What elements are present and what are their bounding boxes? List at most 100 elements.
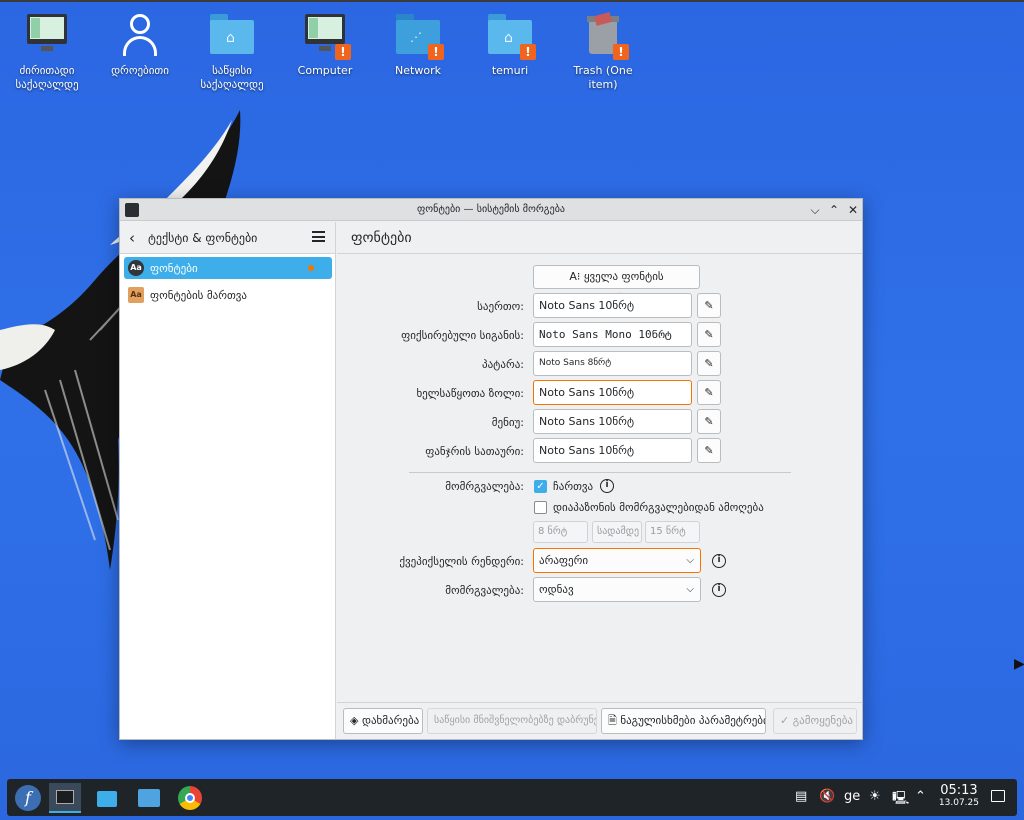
desktop-background: ძირითადი საქაღალდე დროებითი ⌂ საწყისი სა… [0,0,1024,820]
subpixel-label: ქვეპიქსელის რენდერი: [399,555,524,568]
keyboard-layout[interactable]: ge [844,789,860,804]
check-icon: ✓ [780,714,793,727]
file-manager-icon[interactable] [133,783,165,813]
sidebar-item-fonts[interactable]: Aa ფონტები [124,257,332,279]
font-field-window-title[interactable]: Noto Sans 10ნრტ [533,438,692,463]
main-panel: ფონტები A⁝ ყველა ფონტის გასწორება... საე… [337,222,862,739]
apply-button[interactable]: ✓ გამოყენება [773,708,857,734]
font-label-window-title: ფანჯრის სათაური: [425,445,524,458]
antialias-checkbox[interactable]: ✓ [534,480,547,493]
warning-icon: ! [335,44,351,60]
monitor-icon [23,10,71,58]
desktop-icon-temp[interactable]: დროებითი [97,10,183,78]
hinting-select[interactable]: ოდნავ ⌵ [533,577,701,602]
sidebar-header: ‹ ტექსტი & ფონტები [120,222,335,254]
clipboard-icon[interactable]: ▤ [795,789,807,804]
window-title: ფონტები — სისტემის მორგება [417,204,565,215]
brightness-icon[interactable]: ☀ [869,789,881,804]
show-desktop-icon[interactable] [991,790,1005,802]
trash-icon: ! [579,10,629,60]
settings-window: ფონტები — სისტემის მორგება ⌵ ⌃ ✕ ‹ ტექსტ… [119,198,863,740]
top-edge [0,0,1024,2]
fonts-icon: Aa [128,260,144,276]
sidebar-item-label: ფონტების მართვა [150,289,248,302]
defaults-button[interactable]: 🗎 ნაგულისხმები პარამეტრები [601,708,766,734]
font-field-toolbar[interactable]: Noto Sans 10ნრტ [533,380,692,405]
sidebar: ‹ ტექსტი & ფონტები Aa ფონტები Aa ფონტები… [120,222,336,739]
user-icon [116,10,164,58]
font-label-toolbar: ხელსაწყოთა ზოლი: [416,387,524,400]
font-management-icon: Aa [128,287,144,303]
back-arrow-icon[interactable]: ‹ [129,229,135,247]
desktop-icon-temuri[interactable]: ⌂ ! temuri [467,10,553,78]
footer: ◈ დახმარება საწყისი მნიშვნელობებზე დაბრუ… [337,702,862,739]
fedora-launcher-icon[interactable]: f [12,783,44,813]
sidebar-item-label: ფონტები [150,262,198,275]
range-to-spinbox[interactable]: 15 ნრტ [645,521,700,543]
exclude-range-label: დიაპაზონის მომრგვალებიდან ამოღება [553,501,764,514]
hinting-value: ოდნავ [539,583,574,596]
warning-icon: ! [428,44,444,60]
taskbar: f ▤ 🔇 ge ☀ 🖳 ⌃ 05:13 13.07.25 [7,779,1017,816]
font-label-fixed: ფიქსირებული სიგანის: [401,329,524,342]
edit-pen-icon[interactable]: ✎ [697,351,721,376]
subpixel-select[interactable]: არაფერი ⌵ [533,548,701,573]
network-folder-icon: ⋰ ! [394,10,444,60]
help-button[interactable]: ◈ დახმარება [343,708,423,734]
adjust-all-fonts-button[interactable]: A⁝ ყველა ფონტის გასწორება... [533,265,700,305]
home-folder-icon: ⌂ [208,10,256,58]
document-icon: 🗎 [608,714,621,727]
hamburger-menu-icon[interactable] [312,231,325,242]
clock[interactable]: 05:13 13.07.25 [939,783,979,808]
chevron-down-icon: ⌵ [686,584,694,595]
info-icon[interactable]: i [712,583,726,597]
store-icon[interactable] [91,783,123,813]
desktop-icon-network[interactable]: ⋰ ! Network [375,10,461,78]
desktop-icon-trash[interactable]: ! Trash (One item) [560,10,646,92]
edit-pen-icon[interactable]: ✎ [697,293,721,318]
edit-pen-icon[interactable]: ✎ [697,409,721,434]
font-label-menu: მენიუ: [491,416,524,429]
chrome-dev-icon[interactable] [174,783,206,813]
clock-time: 05:13 [940,783,978,798]
antialias-checkbox-label: ჩართვა [553,480,594,493]
exclude-range-checkbox[interactable] [534,501,547,514]
edit-pen-icon[interactable]: ✎ [697,380,721,405]
desktop-icon-main-folder[interactable]: ძირითადი საქაღალდე [4,10,90,92]
page-title: ფონტები [351,230,412,246]
font-field-small[interactable]: Noto Sans 8ნრტ [533,351,692,376]
font-field-menu[interactable]: Noto Sans 10ნრტ [533,409,692,434]
maximize-button[interactable]: ⌃ [826,202,842,218]
sidebar-item-font-management[interactable]: Aa ფონტების მართვა [124,284,332,306]
main-header: ფონტები [337,222,862,254]
network-icon[interactable]: 🖳 [892,789,909,811]
desktop-icon-computer[interactable]: ! Computer [282,10,368,78]
info-icon[interactable]: i [600,479,614,493]
range-from-spinbox[interactable]: 8 ნრტ [533,521,588,543]
tray-expand-icon[interactable]: ⌃ [915,789,926,804]
font-label-small: პატარა: [481,358,524,371]
title-bar[interactable]: ფონტები — სისტემის მორგება ⌵ ⌃ ✕ [120,199,862,221]
clock-date: 13.07.25 [938,798,979,808]
chevron-down-icon: ⌵ [686,555,694,566]
desktop-icon-home-folder[interactable]: ⌂ საწყისი საქაღალდე [189,10,275,92]
font-label-general: საერთო: [477,300,524,313]
sidebar-title: ტექსტი & ფონტები [148,231,258,245]
changed-indicator-dot [308,265,314,271]
edit-pen-icon[interactable]: ✎ [697,322,721,347]
range-to-label: სადამდე [592,521,642,543]
edit-pen-icon[interactable]: ✎ [697,438,721,463]
volume-muted-icon[interactable]: 🔇 [819,789,835,804]
help-icon: ◈ [350,714,362,727]
close-button[interactable]: ✕ [845,202,861,218]
reset-button[interactable]: საწყისი მნიშვნელობებზე დაბრუნება [427,708,597,734]
font-field-general[interactable]: Noto Sans 10ნრტ [533,293,692,318]
system-settings-task-icon[interactable] [49,783,81,813]
mouse-cursor-icon: ▶ [1014,656,1024,672]
info-icon[interactable]: i [712,554,726,568]
divider [409,472,791,473]
antialias-label: მომრგვალება: [445,480,524,493]
minimize-button[interactable]: ⌵ [807,202,823,218]
font-field-fixed[interactable]: Noto Sans Mono 10ნრტ [533,322,692,347]
warning-icon: ! [613,44,629,60]
